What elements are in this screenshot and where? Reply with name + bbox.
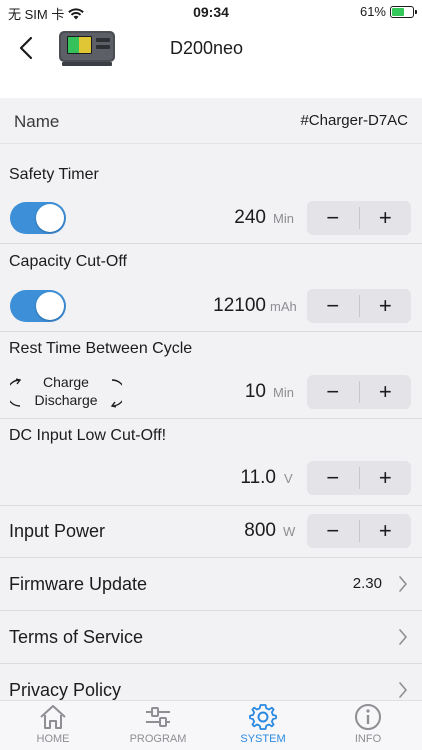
chevron-right-icon xyxy=(399,629,407,645)
tab-info[interactable]: INFO xyxy=(328,703,408,749)
terms-of-service-row[interactable]: Terms of Service xyxy=(0,611,422,663)
decrement-button[interactable]: − xyxy=(307,201,359,235)
toggle-knob xyxy=(36,292,64,320)
tab-label: PROGRAM xyxy=(129,733,187,745)
tab-system[interactable]: SYSTEM xyxy=(223,703,303,749)
sliders-icon xyxy=(146,707,170,727)
firmware-version: 2.30 xyxy=(352,575,382,592)
status-bar: 无 SIM 卡 09:34 61% xyxy=(0,0,422,24)
nav-bar: D200neo xyxy=(0,24,422,74)
increment-button[interactable]: + xyxy=(360,201,412,235)
decrement-button[interactable]: − xyxy=(307,461,359,495)
increment-button[interactable]: + xyxy=(360,514,412,548)
gear-icon xyxy=(249,704,277,730)
decrement-button[interactable]: − xyxy=(307,514,359,548)
capacity-cutoff-title: Capacity Cut-Off xyxy=(9,253,127,270)
divider xyxy=(0,331,422,332)
capacity-cutoff-stepper: − + xyxy=(307,289,411,323)
dc-input-value: 11.0 xyxy=(240,467,276,488)
charger-device-image xyxy=(59,31,115,66)
info-icon xyxy=(355,704,381,730)
rest-time-value: 10 xyxy=(244,381,266,402)
safety-timer-unit: Min xyxy=(273,211,294,226)
tab-label: SYSTEM xyxy=(240,733,286,745)
cycle-arrow-right-icon xyxy=(110,379,122,408)
firmware-update-row[interactable]: Firmware Update 2.30 xyxy=(0,558,422,610)
capacity-cutoff-unit: mAh xyxy=(270,299,297,314)
divider xyxy=(0,505,422,506)
decrement-button[interactable]: − xyxy=(307,289,359,323)
safety-timer-toggle[interactable] xyxy=(10,202,66,234)
input-power-stepper: − + xyxy=(307,514,411,548)
tab-label: INFO xyxy=(354,733,382,745)
capacity-cutoff-value: 12100 xyxy=(213,295,266,316)
divider xyxy=(0,418,422,419)
tab-program[interactable]: PROGRAM xyxy=(118,703,198,749)
page-title: D200neo xyxy=(170,38,244,58)
rest-time-title: Rest Time Between Cycle xyxy=(9,340,193,357)
rest-time-stepper: − + xyxy=(307,375,411,409)
safety-timer-value: 240 xyxy=(234,207,266,228)
privacy-policy-row[interactable]: Privacy Policy xyxy=(0,664,422,700)
capacity-cutoff-toggle[interactable] xyxy=(10,290,66,322)
increment-button[interactable]: + xyxy=(360,289,412,323)
increment-button[interactable]: + xyxy=(360,375,412,409)
home-icon xyxy=(40,705,66,729)
terms-of-service-label: Terms of Service xyxy=(9,627,144,647)
tab-home[interactable]: HOME xyxy=(13,703,93,749)
dc-input-title: DC Input Low Cut-Off! xyxy=(9,427,167,444)
privacy-policy-label: Privacy Policy xyxy=(9,680,122,700)
rest-time-unit: Min xyxy=(273,385,294,400)
chevron-right-icon xyxy=(399,576,407,592)
battery-percent: 61% xyxy=(359,4,386,19)
chevron-right-icon xyxy=(399,682,407,698)
tab-label: HOME xyxy=(36,733,70,745)
device-name-label: Name xyxy=(14,112,60,131)
dc-input-stepper: − + xyxy=(307,461,411,495)
dc-input-unit: V xyxy=(284,471,293,486)
input-power-unit: W xyxy=(283,524,296,539)
cycle-charge-label: Charge xyxy=(43,374,89,390)
safety-timer-title: Safety Timer xyxy=(9,166,99,183)
input-power-value: 800 xyxy=(244,520,276,541)
battery-icon xyxy=(390,5,417,18)
firmware-update-label: Firmware Update xyxy=(9,574,148,594)
divider xyxy=(0,243,422,244)
cycle-mode-button[interactable]: Charge Discharge xyxy=(10,374,122,410)
device-name-value: #Charger-D7AC xyxy=(300,112,408,129)
toggle-knob xyxy=(36,204,64,232)
status-right: 61% xyxy=(359,4,417,19)
chevron-left-icon xyxy=(19,36,33,60)
battery-fill xyxy=(392,7,405,16)
status-time: 09:34 xyxy=(193,4,229,20)
device-name-row[interactable]: Name #Charger-D7AC xyxy=(0,98,422,144)
tab-bar: HOME PROGRAM SYSTEM INFO xyxy=(0,700,422,750)
decrement-button[interactable]: − xyxy=(307,375,359,409)
input-power-label: Input Power xyxy=(9,521,106,541)
increment-button[interactable]: + xyxy=(360,461,412,495)
back-button[interactable] xyxy=(12,34,40,62)
cycle-discharge-label: Discharge xyxy=(34,392,98,408)
safety-timer-stepper: − + xyxy=(307,201,411,235)
